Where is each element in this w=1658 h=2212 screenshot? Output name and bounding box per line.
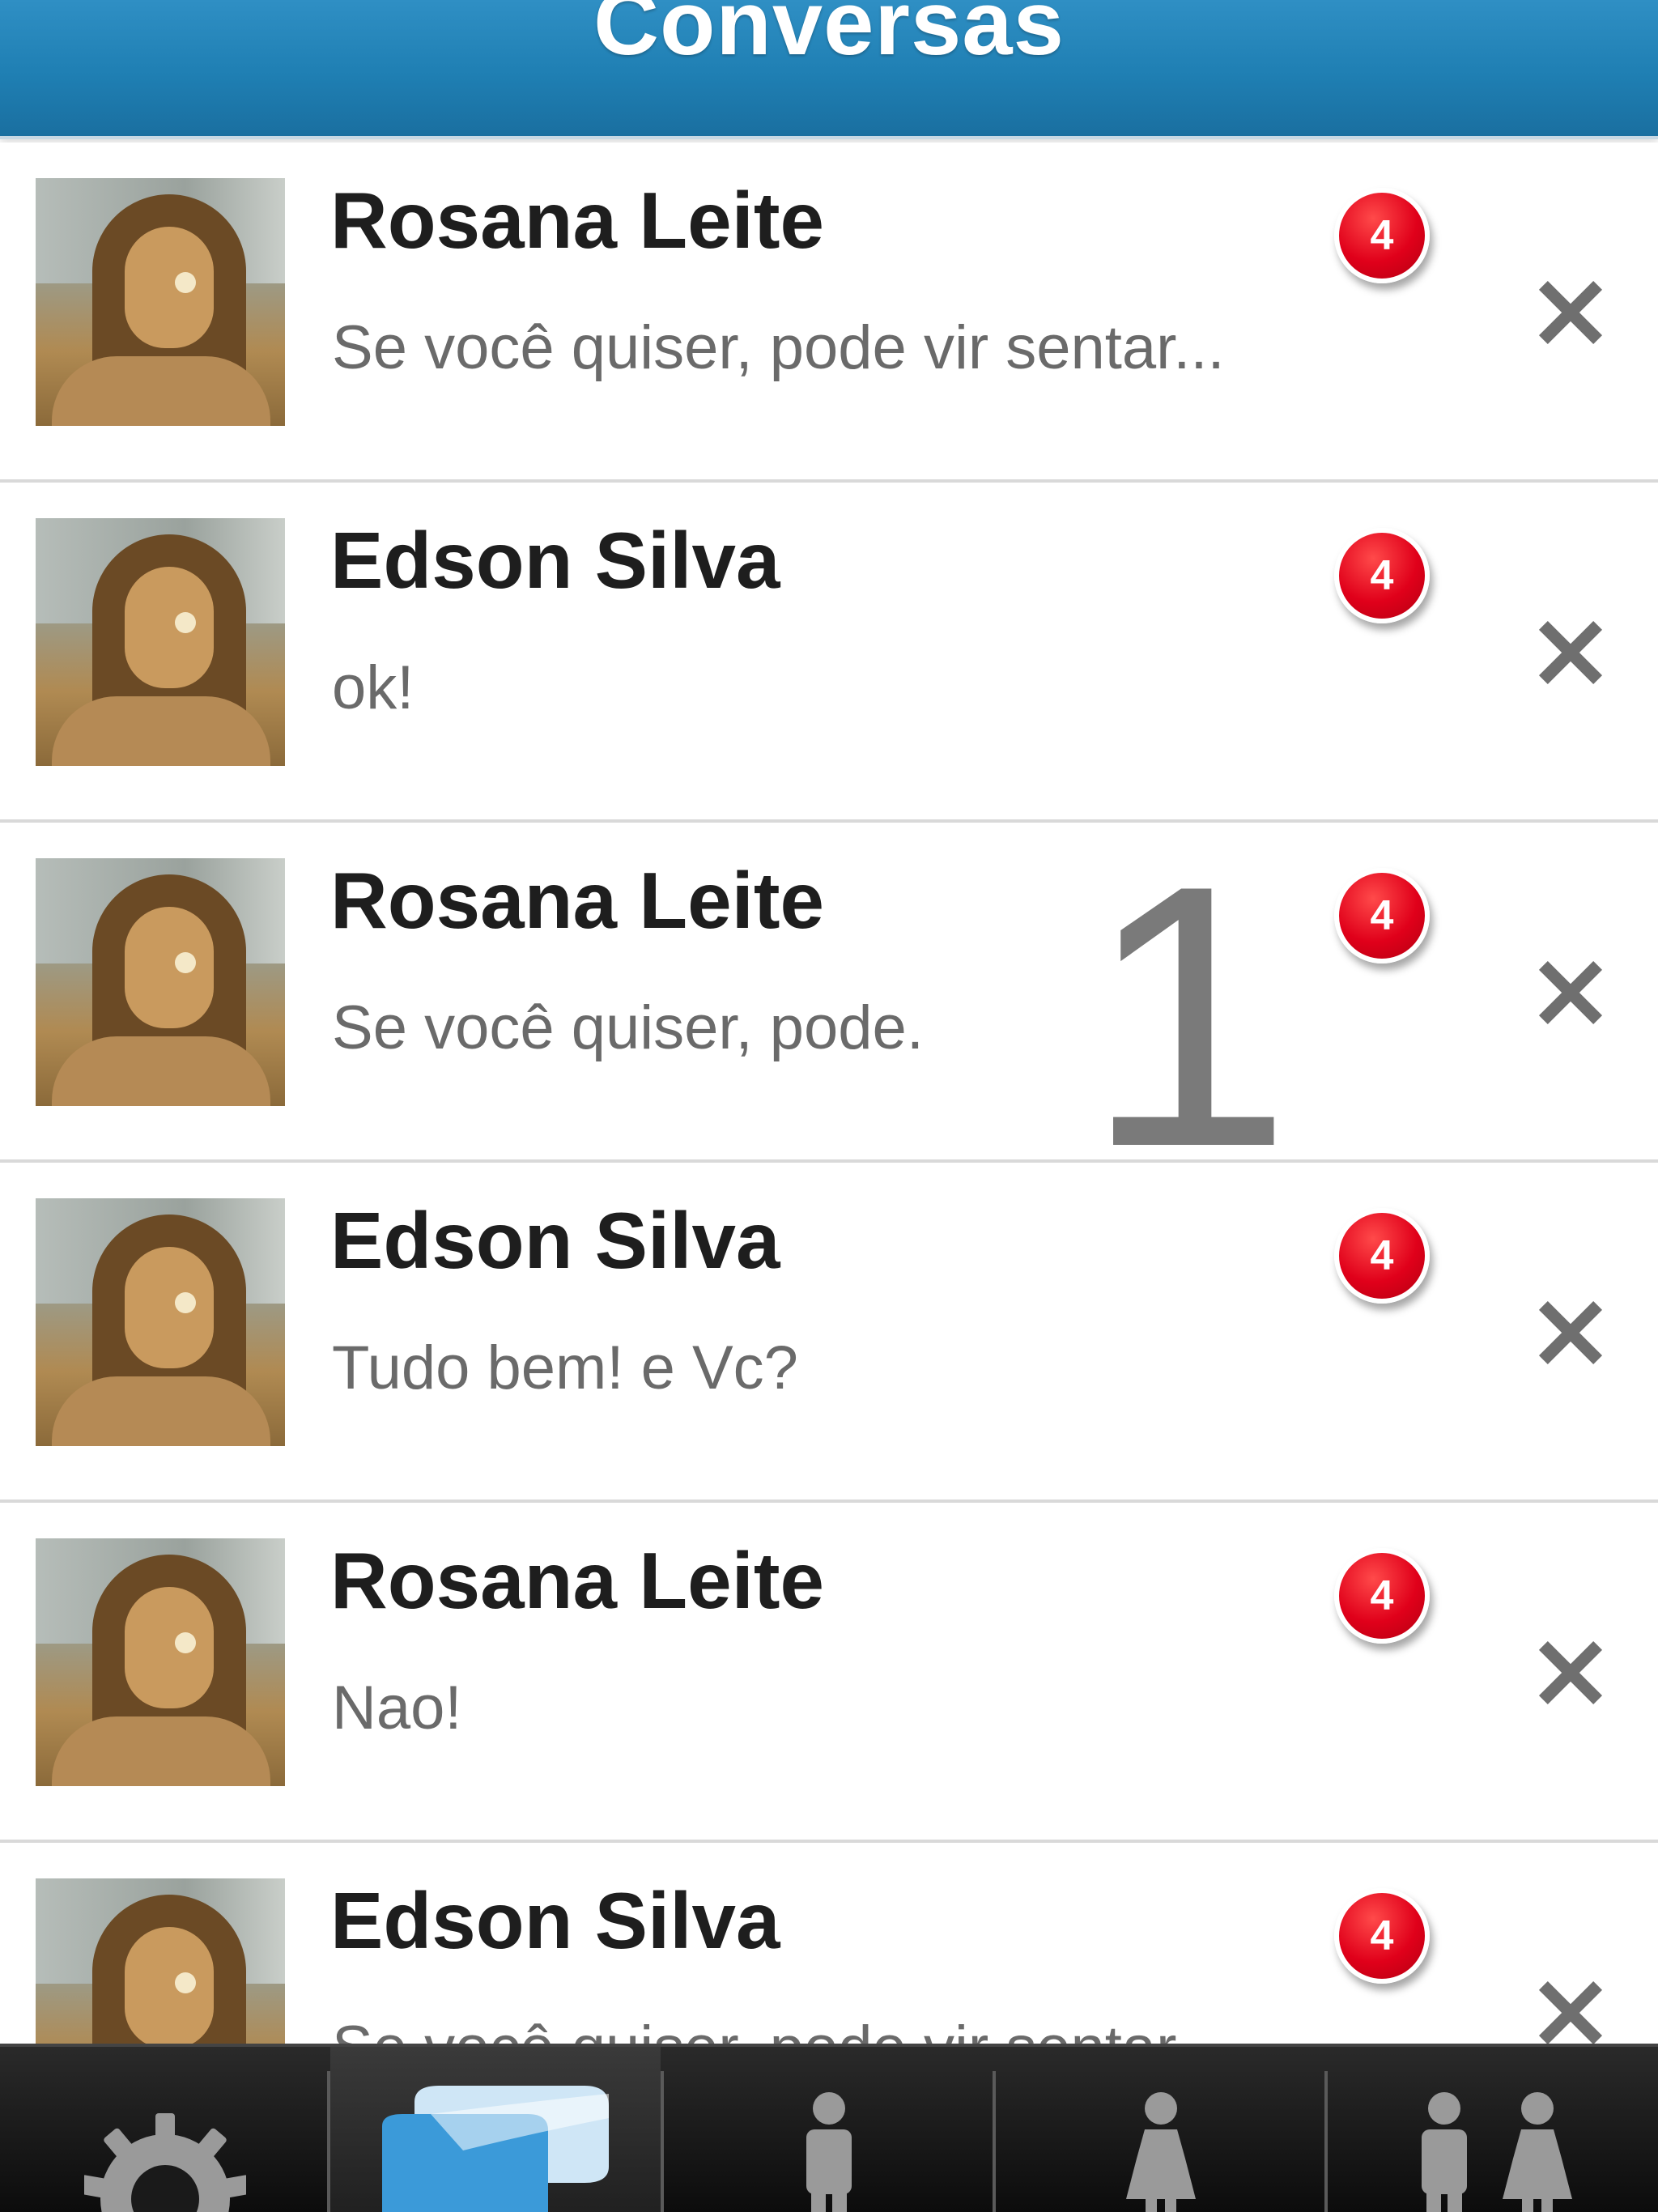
tab-women[interactable] (996, 2047, 1326, 2212)
message-preview: Nao! (332, 1674, 462, 1742)
conversation-row[interactable]: Edson Silva Se você quiser, pode vir sen… (0, 1843, 1658, 2044)
contact-name: Rosana Leite (330, 176, 824, 265)
conversation-row[interactable]: Edson Silva Tudo bem! e Vc? 4 (0, 1163, 1658, 1503)
couple-icon (1422, 2092, 1572, 2212)
header-bar: Conversas (0, 0, 1658, 139)
avatar (36, 1538, 285, 1786)
gear-icon (84, 2113, 246, 2212)
tab-settings[interactable] (0, 2047, 330, 2212)
avatar (36, 858, 285, 1106)
conversation-row[interactable]: Rosana Leite Se você quiser, pode vir se… (0, 143, 1658, 483)
close-icon[interactable] (1522, 1284, 1619, 1381)
avatar (36, 1878, 285, 2044)
message-preview: Se você quiser, pode vir sentar... (332, 2013, 1401, 2044)
message-preview: Tudo bem! e Vc? (332, 1334, 798, 1402)
unread-badge: 4 (1334, 1888, 1430, 1984)
message-preview: Se você quiser, pode vir sentar... (332, 313, 1225, 382)
avatar (36, 1198, 285, 1446)
contact-name: Rosana Leite (330, 1536, 824, 1625)
unread-badge: 4 (1334, 528, 1430, 623)
unread-badge: 4 (1334, 188, 1430, 283)
avatar (36, 518, 285, 766)
chat-bubbles-icon (382, 2086, 609, 2212)
male-person-icon (806, 2092, 852, 2212)
page-title: Conversas (593, 0, 1065, 74)
unread-badge: 4 (1334, 1548, 1430, 1644)
conversation-row[interactable]: Rosana Leite Se você quiser, pode. 4 (0, 823, 1658, 1163)
message-preview: ok! (332, 653, 414, 722)
close-icon[interactable] (1522, 944, 1619, 1041)
female-person-icon (1126, 2092, 1196, 2212)
tab-bar (0, 2044, 1658, 2212)
unread-badge: 4 (1334, 1208, 1430, 1304)
conversation-row[interactable]: Edson Silva ok! 4 (0, 483, 1658, 823)
contact-name: Edson Silva (330, 1876, 780, 1965)
close-icon[interactable] (1522, 1624, 1619, 1721)
page-number-overlay: 1 (1085, 809, 1292, 1224)
conversation-row[interactable]: Rosana Leite Nao! 4 (0, 1503, 1658, 1843)
contact-name: Edson Silva (330, 1196, 780, 1285)
close-icon[interactable] (1522, 1964, 1619, 2044)
avatar (36, 178, 285, 426)
tab-men[interactable] (664, 2047, 994, 2212)
conversation-list[interactable]: Rosana Leite Se você quiser, pode vir se… (0, 143, 1658, 2044)
unread-badge: 4 (1334, 868, 1430, 963)
tab-conversations[interactable] (330, 2047, 661, 2212)
contact-name: Edson Silva (330, 516, 780, 605)
contact-name: Rosana Leite (330, 856, 824, 945)
tab-couples[interactable] (1328, 2047, 1658, 2212)
close-icon[interactable] (1522, 264, 1619, 361)
close-icon[interactable] (1522, 604, 1619, 701)
